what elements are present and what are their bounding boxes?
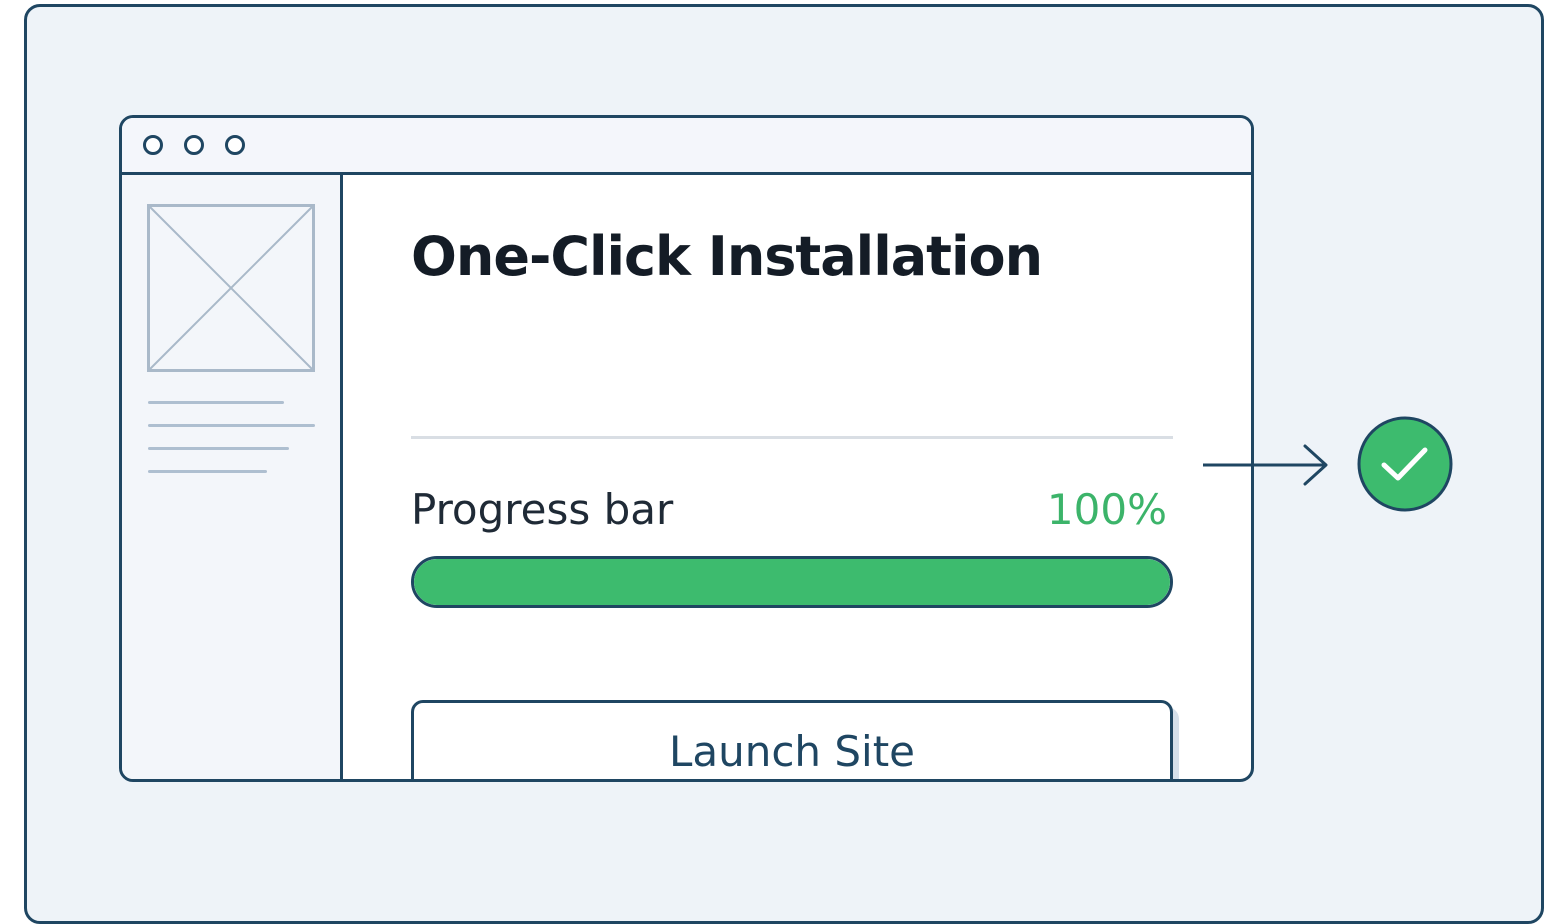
check-circle-icon bbox=[1357, 416, 1453, 512]
window-dot-icon[interactable] bbox=[225, 135, 245, 155]
page-title: One-Click Installation bbox=[411, 225, 1043, 288]
sidebar-text-line bbox=[148, 447, 289, 450]
progress-bar bbox=[411, 556, 1173, 608]
sidebar-text-line bbox=[148, 424, 315, 427]
progress-label: Progress bar bbox=[411, 485, 674, 534]
browser-window: One-Click Installation Progress bar 100%… bbox=[119, 115, 1254, 782]
progress-bar-fill bbox=[414, 559, 1170, 605]
sidebar bbox=[122, 175, 343, 779]
arrow-right-icon bbox=[1203, 444, 1328, 486]
window-dot-icon[interactable] bbox=[143, 135, 163, 155]
launch-site-button[interactable]: Launch Site bbox=[411, 700, 1173, 779]
sidebar-text-line bbox=[148, 401, 284, 404]
progress-percent: 100% bbox=[1046, 485, 1167, 534]
window-titlebar bbox=[122, 118, 1251, 175]
installer-panel: One-Click Installation Progress bar 100%… bbox=[343, 175, 1251, 779]
image-placeholder-icon bbox=[147, 204, 315, 372]
window-dot-icon[interactable] bbox=[184, 135, 204, 155]
title-divider bbox=[411, 436, 1173, 439]
sidebar-text-line bbox=[148, 470, 267, 473]
